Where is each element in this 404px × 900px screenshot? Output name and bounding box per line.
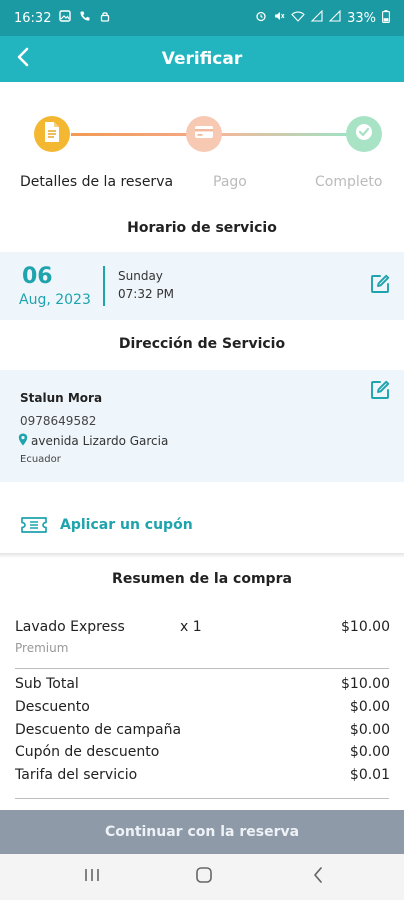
wifi-icon bbox=[291, 10, 305, 26]
document-icon bbox=[43, 121, 61, 147]
item-quantity: x 1 bbox=[180, 619, 202, 635]
schedule-month-year: Aug, 2023 bbox=[19, 292, 91, 308]
battery-level: 33% bbox=[347, 10, 376, 26]
schedule-section-title: Horario de servicio bbox=[127, 220, 277, 236]
phone-icon bbox=[79, 10, 91, 26]
step-label-payment: Pago bbox=[213, 174, 247, 190]
address-section-title: Dirección de Servicio bbox=[118, 336, 286, 352]
summary-row-discount: Descuento $0.00 bbox=[15, 699, 390, 721]
summary-row-subtotal: Sub Total $10.00 bbox=[15, 676, 390, 698]
address-phone: 0978649582 bbox=[20, 414, 97, 428]
item-name: Lavado Express bbox=[15, 619, 125, 635]
schedule-card: 06 Aug, 2023 Sunday 07:32 PM bbox=[0, 252, 404, 320]
app-bar: Verificar bbox=[0, 36, 404, 82]
summary-row-value: $10.00 bbox=[341, 676, 390, 692]
card-icon bbox=[194, 124, 214, 144]
address-card: Stalun Mora 0978649582 avenida Lizardo G… bbox=[0, 370, 404, 482]
apply-coupon-label: Aplicar un cupón bbox=[60, 517, 193, 533]
continue-booking-label: Continuar con la reserva bbox=[104, 824, 300, 840]
step-connector bbox=[221, 133, 349, 136]
section-shadow-divider bbox=[0, 553, 404, 558]
system-nav-bar bbox=[0, 854, 404, 900]
item-variant: Premium bbox=[15, 641, 69, 655]
step-complete bbox=[346, 116, 382, 152]
step-label-complete: Completo bbox=[315, 174, 383, 190]
summary-row-value: $0.01 bbox=[349, 767, 390, 783]
address-country: Ecuador bbox=[20, 454, 61, 465]
ticket-icon bbox=[20, 514, 48, 540]
schedule-weekday: Sunday bbox=[118, 269, 163, 283]
summary-row-label: Cupón de descuento bbox=[15, 744, 160, 760]
summary-row-label: Descuento de campaña bbox=[15, 722, 182, 738]
signal-icon bbox=[310, 9, 323, 26]
back-button[interactable] bbox=[8, 44, 38, 74]
edit-icon bbox=[369, 379, 391, 405]
schedule-day: 06 bbox=[22, 264, 53, 289]
summary-row-campaign-discount: Descuento de campaña $0.00 bbox=[15, 722, 390, 744]
edit-address-button[interactable] bbox=[368, 380, 392, 404]
signal-icon bbox=[328, 9, 341, 26]
summary-divider bbox=[15, 668, 389, 669]
chevron-left-icon bbox=[15, 47, 31, 71]
summary-row-value: $0.00 bbox=[349, 744, 390, 760]
summary-row-label: Tarifa del servicio bbox=[15, 767, 138, 783]
address-name: Stalun Mora bbox=[20, 391, 103, 405]
mute-icon bbox=[273, 10, 285, 26]
apply-coupon-button[interactable]: Aplicar un cupón bbox=[0, 500, 404, 552]
status-time: 16:32 bbox=[14, 10, 52, 26]
home-button[interactable] bbox=[192, 865, 216, 889]
summary-title: Resumen de la compra bbox=[112, 571, 292, 587]
step-details bbox=[34, 116, 70, 152]
summary-row-label: Descuento bbox=[15, 699, 90, 715]
continue-booking-button[interactable]: Continuar con la reserva bbox=[0, 810, 404, 854]
location-pin-icon bbox=[18, 433, 28, 449]
summary-bottom-divider bbox=[15, 798, 389, 799]
lock-icon bbox=[99, 10, 111, 26]
recents-icon bbox=[83, 867, 101, 887]
alarm-icon bbox=[255, 10, 267, 26]
back-icon bbox=[311, 866, 325, 888]
schedule-time: 07:32 PM bbox=[118, 287, 174, 301]
check-icon bbox=[354, 122, 374, 146]
address-street: avenida Lizardo Garcia bbox=[31, 434, 169, 448]
system-back-button[interactable] bbox=[306, 865, 330, 889]
edit-schedule-button[interactable] bbox=[368, 274, 392, 298]
step-connector bbox=[71, 133, 187, 136]
progress-stepper: Detalles de la reserva Pago Completo bbox=[0, 110, 404, 200]
summary-row-value: $0.00 bbox=[349, 722, 390, 738]
battery-icon bbox=[382, 9, 390, 27]
summary-row-label: Sub Total bbox=[15, 676, 79, 692]
home-icon bbox=[195, 866, 213, 888]
schedule-divider bbox=[103, 266, 105, 306]
recents-button[interactable] bbox=[80, 865, 104, 889]
page-title: Verificar bbox=[161, 49, 243, 69]
status-bar: 16:32 33% bbox=[0, 0, 404, 36]
step-label-details: Detalles de la reserva bbox=[20, 174, 174, 190]
summary-row-service-fee: Tarifa del servicio $0.01 bbox=[15, 767, 390, 789]
summary-row-coupon-discount: Cupón de descuento $0.00 bbox=[15, 744, 390, 766]
step-payment bbox=[186, 116, 222, 152]
gallery-icon bbox=[59, 10, 72, 26]
edit-icon bbox=[369, 273, 391, 299]
summary-row-value: $0.00 bbox=[349, 699, 390, 715]
address-street-row: avenida Lizardo Garcia bbox=[18, 433, 168, 449]
item-price: $10.00 bbox=[341, 619, 390, 635]
